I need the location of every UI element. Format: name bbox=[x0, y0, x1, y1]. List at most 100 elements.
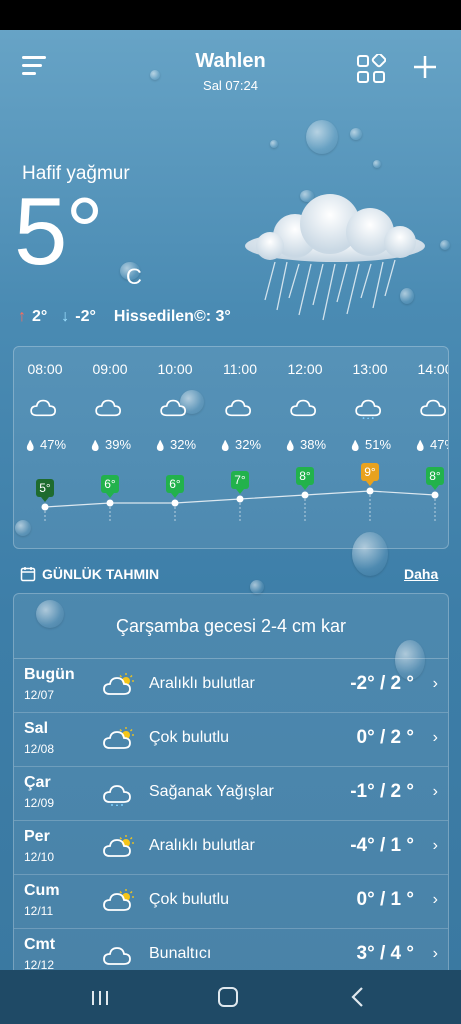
day-temp-range: 0° / 1 ° bbox=[356, 889, 414, 910]
hour-time: 12:00 bbox=[287, 361, 323, 377]
chevron-right-icon: › bbox=[432, 945, 438, 962]
calendar-icon bbox=[20, 567, 36, 582]
day-temp-range: 0° / 2 ° bbox=[356, 727, 414, 748]
snow-alert-banner[interactable]: Çarşamba gecesi 2-4 cm kar bbox=[14, 594, 448, 659]
precip-chance: 32% bbox=[166, 437, 197, 452]
day-name: Per bbox=[24, 828, 50, 845]
chevron-right-icon: › bbox=[432, 891, 438, 908]
day-name: Çar bbox=[24, 774, 51, 791]
hour-precip: 💧 38% bbox=[275, 437, 335, 452]
current-temperature: 5° bbox=[14, 178, 104, 285]
raindrop-icon: 💧 bbox=[283, 441, 297, 452]
day-name: Cum bbox=[24, 882, 60, 899]
daily-forecast-panel: Çarşamba gecesi 2-4 cm kar Bugün 12/07 Ara… bbox=[13, 593, 449, 995]
recent-apps-icon[interactable] bbox=[90, 990, 110, 1006]
hour-time: 09:00 bbox=[92, 361, 128, 377]
partly-cloudy-icon bbox=[103, 889, 134, 911]
city-name[interactable]: Wahlen bbox=[0, 50, 461, 73]
hour-precip: 💧 47% bbox=[405, 437, 448, 452]
chevron-right-icon: › bbox=[432, 783, 438, 800]
partly-cloudy-icon bbox=[103, 673, 134, 695]
hour-temp-tag: 9° bbox=[361, 463, 379, 486]
day-description: Aralıklı bulutlar bbox=[149, 837, 255, 854]
hour-time: 11:00 bbox=[223, 361, 257, 377]
hour-time: 10:00 bbox=[157, 361, 193, 377]
navigation-bar bbox=[0, 970, 461, 1024]
day-description: Çok bulutlu bbox=[149, 729, 230, 746]
raindrop-icon: 💧 bbox=[218, 441, 232, 452]
widgets-icon[interactable] bbox=[356, 54, 386, 84]
day-name: Cmt bbox=[24, 936, 56, 953]
raindrop-icon: 💧 bbox=[23, 441, 37, 452]
home-icon[interactable] bbox=[218, 987, 238, 1007]
daily-row[interactable]: Sal 12/08 Çok bulutlu 0° / 2 ° › bbox=[14, 712, 448, 767]
precip-chance: 39% bbox=[101, 437, 132, 452]
arrow-down-icon: ↓ bbox=[61, 308, 70, 325]
day-description: Sağanak Yağışlar bbox=[149, 783, 274, 800]
cloud-icon bbox=[225, 399, 251, 417]
day-date: 12/10 bbox=[24, 850, 55, 864]
day-temp-range: 3° / 4 ° bbox=[356, 943, 414, 964]
feels-like: Hissedilen©: 3° bbox=[113, 308, 231, 325]
partly-cloudy-icon bbox=[103, 727, 134, 749]
daily-forecast-title: GÜNLÜK TAHMIN bbox=[42, 566, 160, 582]
hour-precip: 💧 51% bbox=[340, 437, 400, 452]
cloud-icon bbox=[103, 947, 131, 965]
chevron-right-icon: › bbox=[432, 675, 438, 692]
day-temp-range: -1° / 2 ° bbox=[350, 781, 414, 802]
cloud-icon bbox=[160, 399, 186, 417]
chevron-right-icon: › bbox=[432, 729, 438, 746]
hour-precip: 💧 39% bbox=[80, 437, 140, 452]
local-time: Sal 07:24 bbox=[203, 78, 258, 93]
day-date: 12/08 bbox=[24, 742, 55, 756]
day-date: 12/07 bbox=[24, 688, 55, 702]
hour-precip: 💧 32% bbox=[210, 437, 270, 452]
day-date: 12/09 bbox=[24, 796, 55, 810]
cloud-rain-icon bbox=[103, 785, 131, 806]
day-temp-range: -2° / 2 ° bbox=[350, 673, 414, 694]
precip-chance: 38% bbox=[296, 437, 327, 452]
status-bar bbox=[0, 0, 461, 30]
raindrop-icon: 💧 bbox=[153, 441, 167, 452]
raindrop-icon: 💧 bbox=[348, 441, 362, 452]
back-icon[interactable] bbox=[350, 986, 364, 1008]
cloud-rain-icon bbox=[355, 399, 381, 419]
hour-temp-tag: 6° bbox=[166, 475, 184, 498]
day-description: Bunaltıcı bbox=[149, 945, 212, 962]
high-low-feels: ↑ 2° ↓ -2° Hissedilen©: 3° bbox=[18, 308, 231, 326]
precip-chance: 51% bbox=[361, 437, 392, 452]
temperature-unit[interactable]: C bbox=[126, 264, 142, 290]
hour-temp-tag: 5° bbox=[36, 479, 54, 502]
day-name: Sal bbox=[24, 720, 49, 737]
cloud-icon bbox=[30, 399, 56, 417]
high-temp: 2° bbox=[32, 308, 48, 325]
more-link[interactable]: Daha bbox=[404, 566, 438, 582]
chevron-right-icon: › bbox=[432, 837, 438, 854]
low-temp: -2° bbox=[75, 308, 96, 325]
daily-row[interactable]: Çar 12/09 Sağanak Yağışlar -1° / 2 ° › bbox=[14, 766, 448, 821]
cloud-icon bbox=[290, 399, 316, 417]
hourly-forecast[interactable]: 08:00 💧 47% 5° 09:00 💧 39% 6° 10:00 💧 32% 6° 11:0… bbox=[13, 346, 449, 549]
daily-row[interactable]: Per 12/10 Aralıklı bulutlar -4° / 1 ° › bbox=[14, 820, 448, 875]
hour-time: 14:00 bbox=[417, 361, 448, 377]
day-description: Aralıklı bulutlar bbox=[149, 675, 255, 692]
hour-temp-tag: 7° bbox=[231, 471, 249, 494]
precip-chance: 47% bbox=[36, 437, 67, 452]
arrow-up-icon: ↑ bbox=[18, 308, 26, 325]
add-icon[interactable] bbox=[412, 54, 438, 80]
hour-time: 13:00 bbox=[352, 361, 388, 377]
daily-row[interactable]: Cum 12/11 Çok bulutlu 0° / 1 ° › bbox=[14, 874, 448, 929]
hour-time: 08:00 bbox=[27, 361, 63, 377]
day-name: Bugün bbox=[24, 666, 75, 683]
raindrop-icon: 💧 bbox=[88, 441, 102, 452]
rain-cloud-icon bbox=[245, 194, 425, 321]
top-bar: Wahlen Sal 07:24 bbox=[0, 42, 461, 102]
cloud-icon bbox=[420, 399, 446, 417]
daily-row[interactable]: Bugün 12/07 Aralıklı bulutlar -2° / 2 ° › bbox=[14, 658, 448, 713]
day-date: 12/11 bbox=[24, 904, 54, 918]
raindrop-icon: 💧 bbox=[413, 441, 427, 452]
hour-temp-tag: 6° bbox=[101, 475, 119, 498]
partly-cloudy-icon bbox=[103, 835, 134, 857]
day-description: Çok bulutlu bbox=[149, 891, 230, 908]
hour-precip: 💧 47% bbox=[15, 437, 75, 452]
